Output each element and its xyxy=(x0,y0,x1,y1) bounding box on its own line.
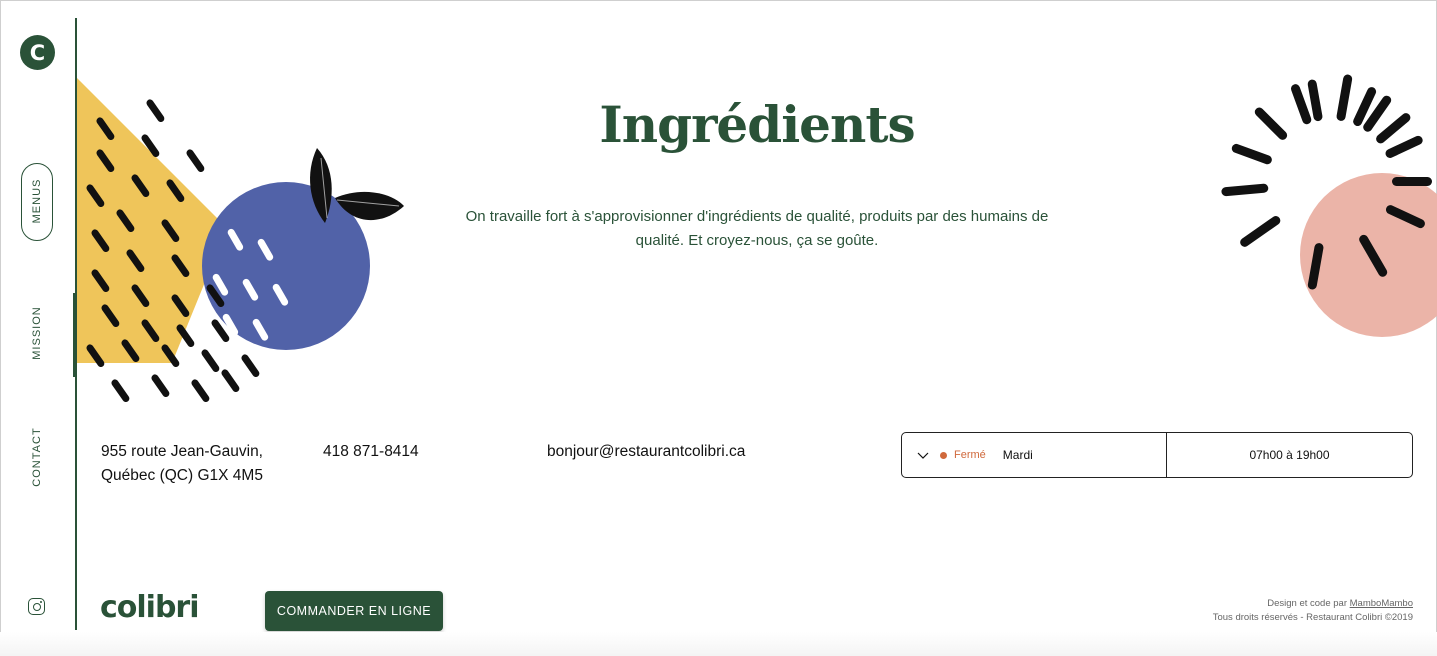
page-description: On travaille fort à s'approvisionner d'i… xyxy=(465,208,1049,249)
credit-link[interactable]: MamboMambo xyxy=(1350,598,1413,609)
active-nav-indicator xyxy=(73,293,76,377)
address-line1: 955 route Jean-Gauvin, xyxy=(101,443,263,460)
order-online-button[interactable]: COMMANDER EN LIGNE xyxy=(265,591,443,631)
hours-time: 07h00 à 19h00 xyxy=(1249,448,1330,462)
page-title: Ingrédients xyxy=(599,95,915,154)
instagram-icon[interactable] xyxy=(28,598,45,615)
email-link[interactable]: bonjour@restaurantcolibri.ca xyxy=(547,440,745,464)
hours-day-select[interactable]: Fermé Mardi xyxy=(902,433,1167,477)
status-label: Fermé xyxy=(954,449,986,461)
copyright: Tous droits réservés - Restaurant Colibr… xyxy=(1212,612,1413,623)
status-dot-icon xyxy=(940,451,947,459)
nav-item-contact[interactable]: CONTACT xyxy=(31,412,43,502)
nav-item-menus[interactable]: MENUS xyxy=(31,156,43,246)
nav-item-mission[interactable]: MISSION xyxy=(31,288,43,378)
chevron-down-icon xyxy=(916,448,930,462)
logo-letter: C xyxy=(29,40,46,65)
decorative-illustration-left xyxy=(77,78,404,402)
credits: Design et code par MamboMambo Tous droit… xyxy=(1213,597,1413,625)
bottom-bar xyxy=(0,632,1437,656)
brand-logo[interactable]: colibri xyxy=(100,590,200,625)
decorative-illustration-right xyxy=(1221,74,1437,337)
hours-dropdown[interactable]: Fermé Mardi 07h00 à 19h00 xyxy=(901,432,1413,478)
credit-prefix: Design et code par xyxy=(1267,598,1347,609)
address-line2: Québec (QC) G1X 4M5 xyxy=(101,467,263,484)
logo-icon[interactable]: C xyxy=(20,35,55,70)
sidebar: C MENUS MISSION CONTACT xyxy=(0,0,77,632)
address: 955 route Jean-Gauvin, Québec (QC) G1X 4… xyxy=(101,440,263,488)
phone-link[interactable]: 418 871-8414 xyxy=(323,440,419,464)
day-label: Mardi xyxy=(1002,448,1033,462)
